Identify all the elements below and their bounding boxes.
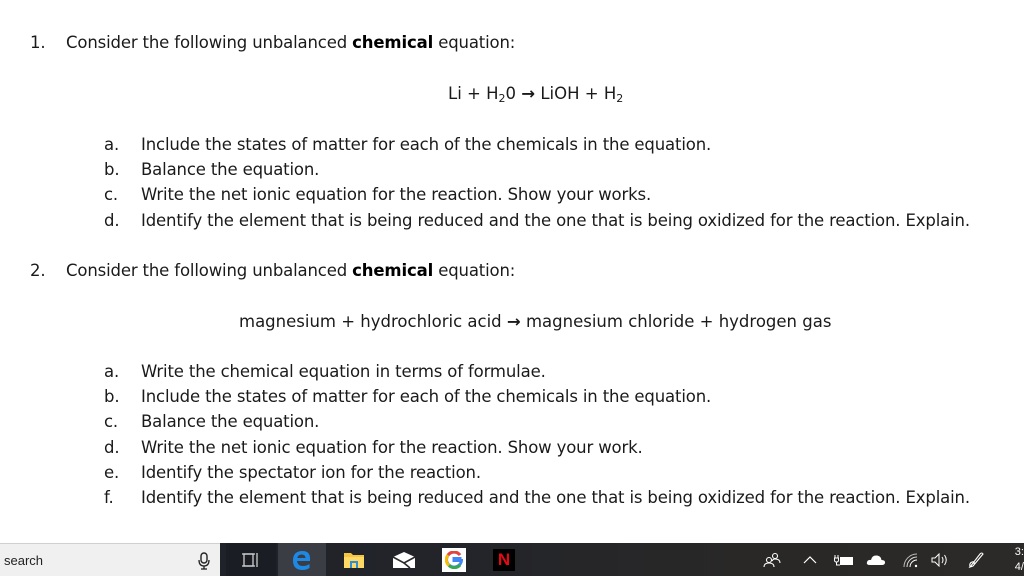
item-text: Include the states of matter for each of…	[141, 135, 712, 154]
wifi-icon	[903, 553, 918, 567]
item-letter: b.	[104, 387, 120, 407]
clock[interactable]: 3:2 4/1	[1000, 545, 1024, 575]
onedrive-icon	[866, 554, 886, 565]
task-view-icon	[242, 552, 258, 567]
search-input[interactable]: search	[4, 553, 43, 568]
battery-button[interactable]	[832, 543, 856, 576]
onedrive-button[interactable]	[864, 543, 888, 576]
netflix-icon: N	[493, 548, 515, 571]
document-page: 1. Consider the following unbalanced che…	[0, 0, 1024, 543]
clock-time: 3:2	[1014, 546, 1024, 558]
taskbar: search N 3: 4/	[0, 543, 1024, 576]
task-view-button[interactable]	[226, 543, 276, 576]
item-letter: d.	[104, 210, 120, 230]
question-2-equation: magnesium + hydrochloric acid → magnesiu…	[239, 312, 832, 331]
item-text: Write the net ionic equation for the rea…	[141, 185, 652, 205]
chevron-up-icon	[803, 555, 817, 563]
mail-icon	[392, 551, 416, 569]
item-letter: b.	[104, 160, 120, 180]
pen-workspace-button[interactable]	[964, 543, 988, 576]
item-text: Identify the element that is being reduc…	[141, 488, 970, 507]
volume-button[interactable]	[928, 543, 952, 576]
item-letter: f.	[104, 488, 114, 507]
question-1-equation: Li + H20 → LiOH + H2	[448, 84, 624, 105]
file-explorer-icon	[344, 552, 364, 568]
microphone-icon[interactable]	[197, 552, 211, 570]
question-number: 2.	[30, 261, 46, 280]
item-letter: d.	[104, 437, 120, 457]
item-letter: c.	[104, 185, 119, 205]
google-chrome-icon	[442, 547, 466, 572]
chrome-button[interactable]	[430, 543, 478, 576]
arrow-icon: →	[521, 84, 536, 103]
file-explorer-button[interactable]	[330, 543, 378, 576]
wifi-button[interactable]	[898, 543, 922, 576]
edge-button[interactable]	[278, 543, 326, 576]
item-letter: a.	[104, 362, 120, 381]
edge-icon	[293, 550, 311, 570]
question-number: 1.	[30, 33, 46, 52]
show-hidden-icons-button[interactable]	[800, 543, 820, 576]
item-letter: c.	[104, 412, 119, 432]
search-box[interactable]: search	[0, 543, 220, 576]
clock-date: 4/1	[1014, 561, 1024, 573]
arrow-icon: →	[506, 312, 521, 331]
item-text: Write the chemical equation in terms of …	[141, 362, 546, 381]
volume-icon	[931, 552, 947, 567]
item-text: Identify the spectator ion for the react…	[141, 462, 481, 482]
people-button[interactable]	[760, 543, 784, 576]
item-text: Identify the element that is being reduc…	[141, 210, 970, 230]
item-letter: e.	[104, 462, 120, 482]
item-text: Write the net ionic equation for the rea…	[141, 437, 643, 457]
item-letter: a.	[104, 135, 120, 154]
battery-icon	[834, 554, 853, 565]
netflix-button[interactable]: N	[480, 543, 528, 576]
item-text: Balance the equation.	[141, 412, 320, 432]
people-icon	[763, 552, 781, 567]
item-text: Include the states of matter for each of…	[141, 387, 712, 407]
item-text: Balance the equation.	[141, 160, 320, 180]
pen-icon	[968, 551, 984, 568]
mail-button[interactable]	[380, 543, 428, 576]
